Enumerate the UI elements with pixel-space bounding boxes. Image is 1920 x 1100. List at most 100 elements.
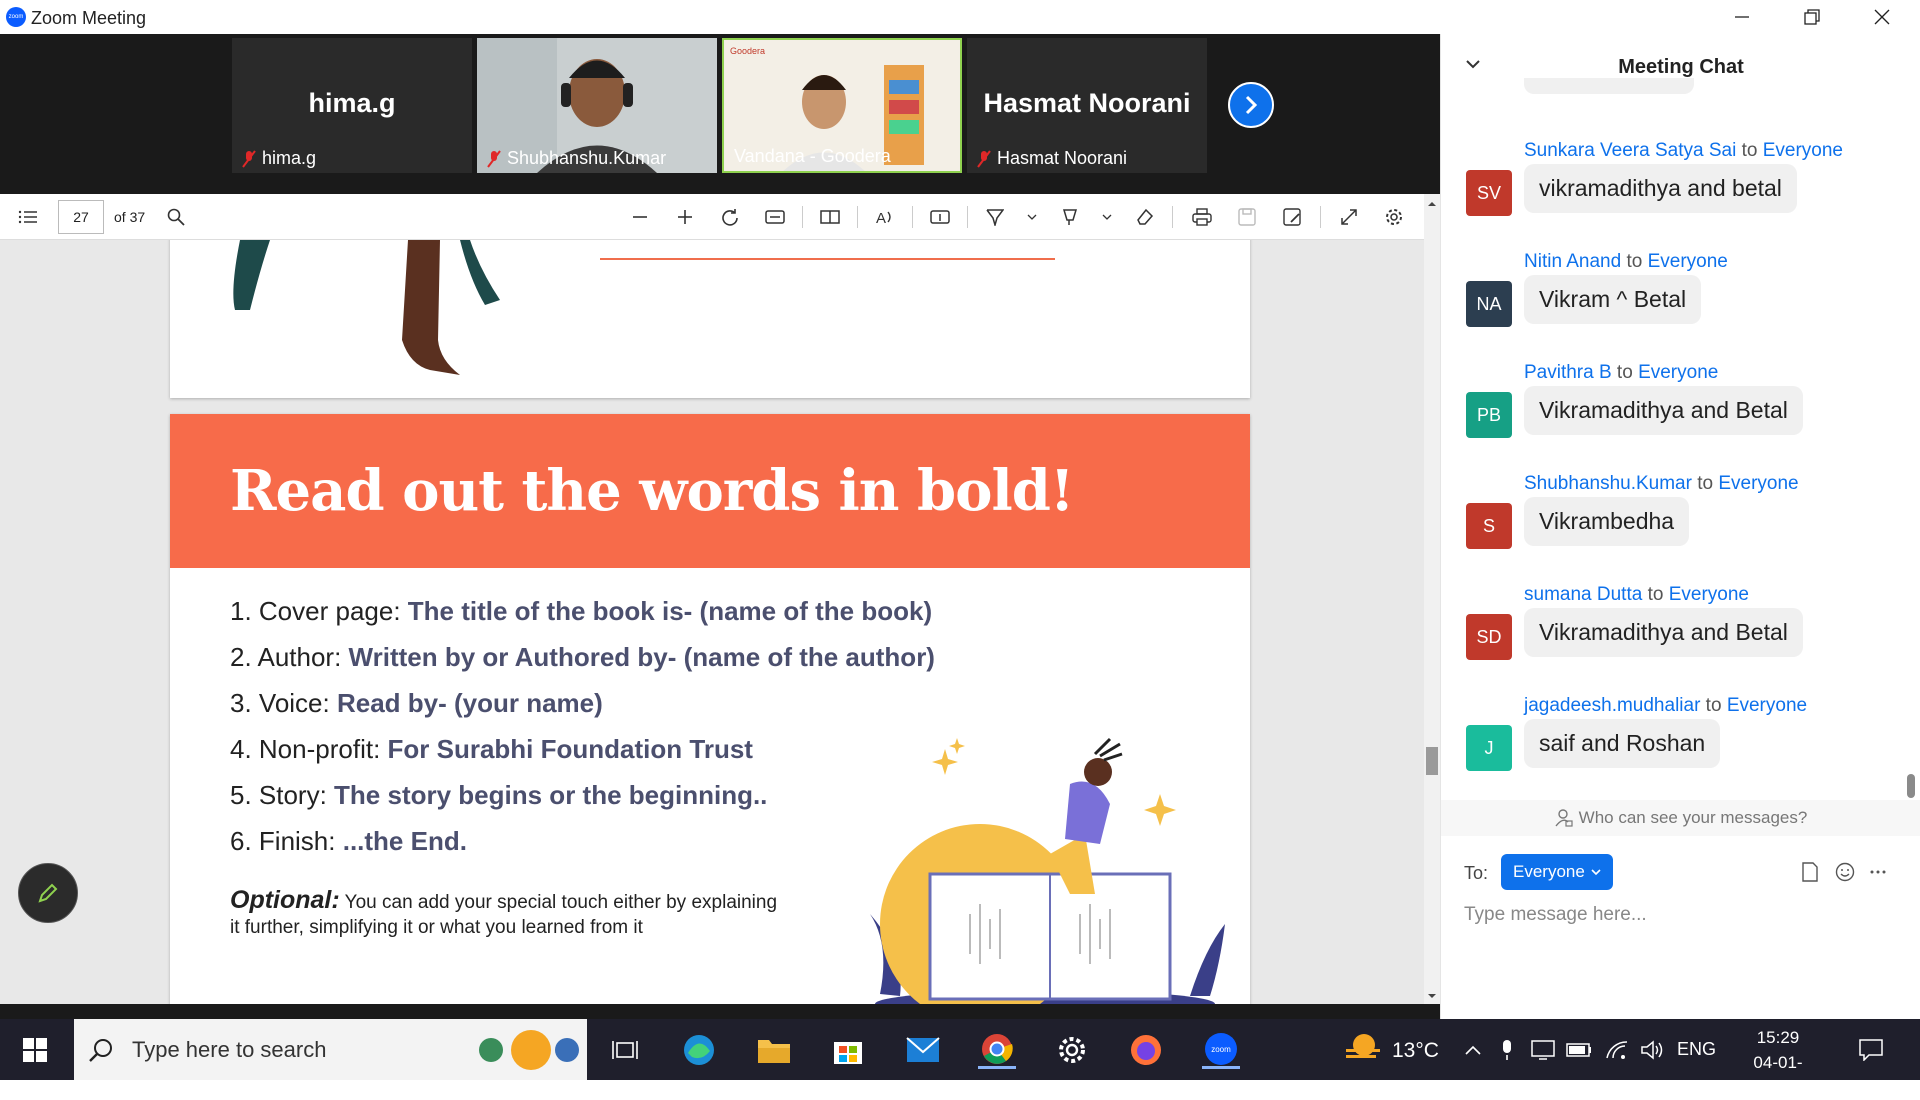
- fullscreen-button[interactable]: [1337, 205, 1361, 229]
- message-bubble[interactable]: Vikramadithya and Betal: [1524, 386, 1803, 435]
- message-bubble[interactable]: Vikram ^ Betal: [1524, 275, 1702, 324]
- mail-taskbar-button[interactable]: [904, 1031, 942, 1069]
- recipient-dropdown[interactable]: Everyone: [1501, 854, 1613, 890]
- message-input[interactable]: Type message here...: [1464, 904, 1894, 934]
- restore-button[interactable]: [1782, 0, 1842, 34]
- edge-taskbar-button[interactable]: [680, 1031, 718, 1069]
- notifications-button[interactable]: [1852, 1031, 1890, 1069]
- slide-banner: Read out the words in bold!: [170, 414, 1250, 568]
- sender-name[interactable]: Sunkara Veera Satya Sai: [1524, 140, 1736, 161]
- volume-tray-icon[interactable]: [1634, 1031, 1672, 1069]
- mic-muted-icon: [487, 149, 501, 168]
- microphone-tray-icon[interactable]: [1488, 1031, 1526, 1069]
- find-button[interactable]: [164, 205, 188, 229]
- sender-name[interactable]: jagadeesh.mudhaliar: [1524, 695, 1700, 716]
- participant-tile[interactable]: hima.g hima.g: [232, 38, 472, 173]
- battery-tray-icon[interactable]: [1560, 1031, 1598, 1069]
- title-bar: zoom Zoom Meeting: [0, 0, 1920, 34]
- firefox-taskbar-button[interactable]: [1127, 1031, 1165, 1069]
- contents-button[interactable]: [16, 205, 40, 229]
- settings-taskbar-button[interactable]: [1053, 1031, 1091, 1069]
- zoom-out-button[interactable]: [628, 205, 652, 229]
- print-button[interactable]: [1190, 205, 1214, 229]
- fit-page-button[interactable]: [763, 205, 787, 229]
- show-hidden-icons-button[interactable]: [1454, 1031, 1492, 1069]
- participant-label: Shubhanshu.Kumar: [507, 148, 667, 168]
- task-view-icon: [612, 1041, 638, 1059]
- plus-icon: [678, 210, 692, 224]
- scroll-up-icon: [1428, 202, 1436, 206]
- input-language[interactable]: ENG: [1677, 1039, 1716, 1060]
- pdf-scrollbar[interactable]: [1424, 194, 1440, 1004]
- participant-tile[interactable]: Shubhanshu.Kumar: [477, 38, 717, 173]
- minimize-button[interactable]: [1712, 0, 1772, 34]
- chevron-up-icon: [1465, 1045, 1481, 1055]
- highlight-button[interactable]: [1058, 205, 1082, 229]
- participant-tile-active[interactable]: Goodera Vandana - Goodera: [722, 38, 962, 173]
- rotate-button[interactable]: [718, 205, 742, 229]
- store-taskbar-button[interactable]: [829, 1031, 867, 1069]
- sender-name[interactable]: Nitin Anand: [1524, 251, 1621, 272]
- settings-button[interactable]: [1382, 205, 1406, 229]
- svg-text:Goodera: Goodera: [730, 46, 765, 56]
- save-as-button[interactable]: [1280, 205, 1304, 229]
- participant-tile[interactable]: Hasmat Noorani Hasmat Noorani: [967, 38, 1207, 173]
- highlight-options-button[interactable]: [1095, 205, 1119, 229]
- scroll-thumb[interactable]: [1426, 747, 1438, 775]
- file-explorer-taskbar-button[interactable]: [755, 1031, 793, 1069]
- participant-name-large: Hasmat Noorani: [983, 88, 1191, 118]
- slide-item: 3. Voice: Read by- (your name): [230, 688, 603, 718]
- previous-page: [170, 240, 1250, 398]
- sender-name[interactable]: Shubhanshu.Kumar: [1524, 473, 1692, 494]
- taskbar-search-box[interactable]: Type here to search: [74, 1019, 587, 1080]
- notification-icon: [1859, 1039, 1883, 1061]
- page-view-button[interactable]: [818, 205, 842, 229]
- message-bubble[interactable]: Vikramadithya and Betal: [1524, 608, 1803, 657]
- chrome-taskbar-button[interactable]: [978, 1031, 1016, 1069]
- zoom-app-icon: zoom: [1205, 1032, 1237, 1065]
- start-button[interactable]: [16, 1031, 54, 1069]
- list-icon: [18, 210, 37, 224]
- privacy-notice[interactable]: Who can see your messages?: [1441, 800, 1920, 836]
- weather-widget[interactable]: [1342, 1031, 1382, 1072]
- annotate-button[interactable]: [18, 863, 78, 923]
- wifi-tray-icon[interactable]: [1598, 1031, 1636, 1069]
- pdf-viewer: Read out the words in bold! 1. Cover pag…: [0, 240, 1424, 1004]
- message-bubble[interactable]: Vikrambedha: [1524, 497, 1690, 546]
- save-button[interactable]: [1235, 205, 1259, 229]
- emoji-button[interactable]: [1835, 862, 1855, 887]
- participant-label: Hasmat Noorani: [997, 148, 1128, 168]
- draw-button[interactable]: [983, 205, 1007, 229]
- gear-icon: [1386, 209, 1402, 225]
- close-button[interactable]: [1852, 0, 1912, 34]
- eraser-icon: [1137, 208, 1154, 225]
- zoom-in-button[interactable]: [673, 205, 697, 229]
- attach-file-button[interactable]: [1801, 862, 1819, 887]
- save-icon: [1238, 208, 1256, 226]
- erase-button[interactable]: [1133, 205, 1157, 229]
- more-options-button[interactable]: [1869, 862, 1887, 887]
- sender-name[interactable]: sumana Dutta: [1524, 584, 1642, 605]
- task-view-button[interactable]: [606, 1031, 644, 1069]
- chat-scroll-thumb[interactable]: [1907, 774, 1915, 798]
- draw-options-button[interactable]: [1020, 205, 1044, 229]
- message-bubble[interactable]: vikramadithya and betal: [1524, 164, 1797, 213]
- zoom-taskbar-button[interactable]: zoom: [1202, 1031, 1240, 1069]
- next-page-button[interactable]: [1228, 82, 1274, 128]
- screen-tray-icon[interactable]: [1524, 1031, 1562, 1069]
- chat-title: Meeting Chat: [1618, 56, 1744, 78]
- participant-label: hima.g: [262, 148, 317, 168]
- edge-icon: [684, 1035, 714, 1065]
- message-bubble[interactable]: saif and Roshan: [1524, 719, 1721, 768]
- smiley-icon: [1835, 862, 1855, 882]
- read-aloud-button[interactable]: A: [873, 205, 897, 229]
- page-number-input[interactable]: 27: [58, 200, 104, 234]
- slide-title: Read out the words in bold!: [230, 458, 1074, 524]
- battery-icon: [1566, 1043, 1591, 1057]
- add-text-button[interactable]: [928, 205, 952, 229]
- read-aloud-icon: A: [876, 210, 891, 226]
- clock[interactable]: 15:29 04-01-2023: [1736, 1025, 1820, 1100]
- slide-item: 4. Non-profit: For Surabhi Foundation Tr…: [230, 734, 753, 764]
- sender-name[interactable]: Pavithra B: [1524, 362, 1612, 383]
- chat-panel: Meeting Chat SV Sunkara Veera Satya Sai …: [1440, 34, 1920, 1019]
